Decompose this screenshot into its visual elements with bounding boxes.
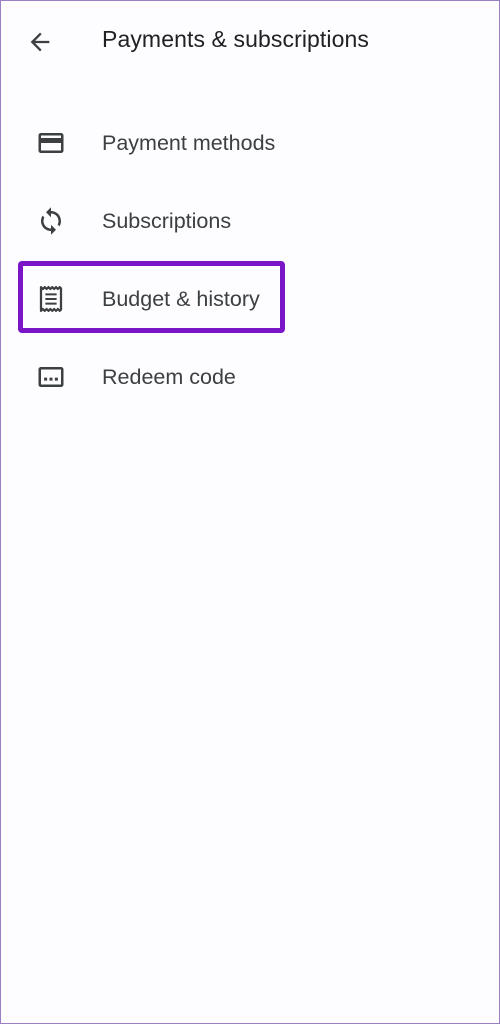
- redeem-code-icon: [35, 361, 67, 393]
- menu-item-label: Subscriptions: [102, 208, 232, 233]
- page-title: Payments & subscriptions: [102, 26, 370, 52]
- arrow-back-icon: [30, 32, 50, 52]
- screen-frame: Payments & subscriptions Payment methods…: [0, 0, 500, 1024]
- menu-item-label: Budget & history: [102, 286, 260, 311]
- menu-item-subscriptions[interactable]: Subscriptions: [1, 182, 500, 260]
- menu-item-payment-methods[interactable]: Payment methods: [1, 104, 500, 182]
- back-button[interactable]: [19, 21, 61, 63]
- menu-item-redeem-code[interactable]: Redeem code: [1, 338, 500, 416]
- menu-list: Payment methods Subscriptions Budget & h…: [1, 104, 500, 416]
- menu-item-label: Redeem code: [102, 364, 236, 389]
- receipt-icon: [35, 283, 67, 315]
- menu-item-budget-history[interactable]: Budget & history: [1, 260, 500, 338]
- app-bar: Payments & subscriptions: [1, 1, 500, 81]
- sync-icon: [35, 205, 67, 237]
- credit-card-icon: [35, 127, 67, 159]
- menu-item-label: Payment methods: [102, 130, 276, 155]
